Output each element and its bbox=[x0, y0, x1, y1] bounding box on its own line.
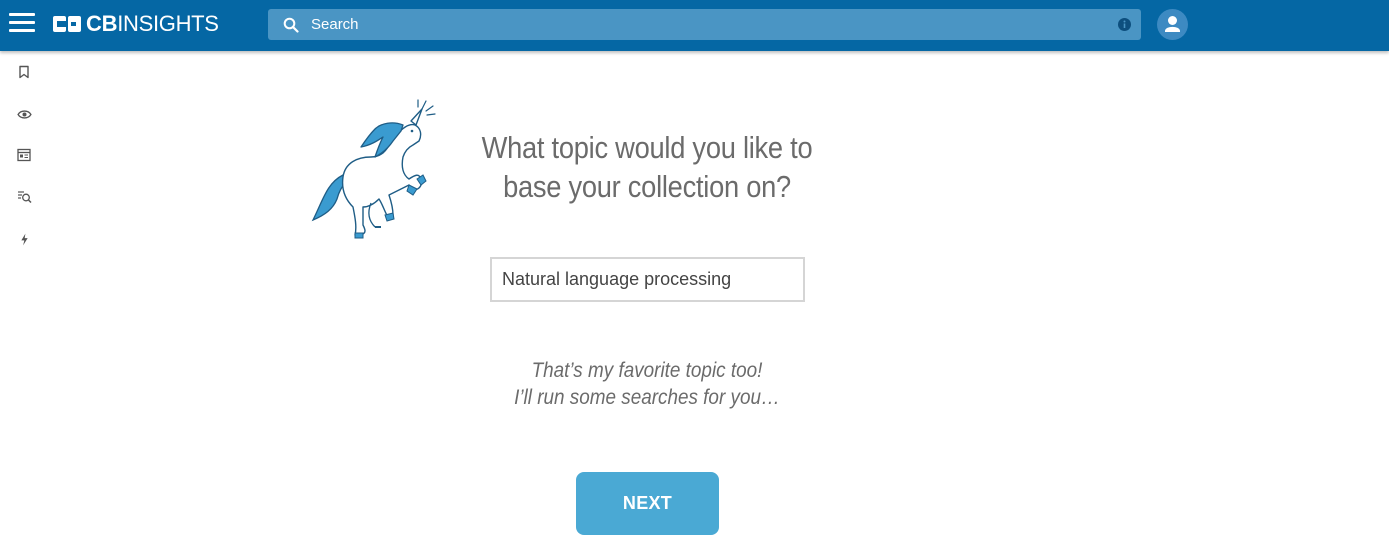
logo-text-light: INSIGHTS bbox=[117, 11, 219, 36]
reply-line-2: I’ll run some searches for you… bbox=[514, 386, 780, 409]
search-icon bbox=[283, 17, 299, 33]
lightning-icon[interactable] bbox=[13, 228, 35, 250]
info-icon[interactable] bbox=[1118, 18, 1131, 31]
question-line-2: base your collection on? bbox=[503, 169, 791, 204]
cb-insights-logo[interactable]: CB INSIGHTS bbox=[53, 11, 219, 36]
bookmark-icon[interactable] bbox=[13, 61, 35, 83]
left-sidebar bbox=[0, 51, 48, 544]
eye-icon[interactable] bbox=[13, 103, 35, 125]
news-feed-icon[interactable] bbox=[13, 144, 35, 166]
logo-text-bold: CB bbox=[86, 11, 118, 36]
global-search-bar[interactable]: Search bbox=[268, 9, 1141, 40]
search-list-icon[interactable] bbox=[13, 186, 35, 208]
topic-input[interactable] bbox=[490, 257, 805, 302]
user-avatar-icon[interactable] bbox=[1157, 9, 1188, 40]
cb-logo-mark-icon bbox=[53, 16, 81, 32]
hamburger-menu-icon[interactable] bbox=[9, 13, 35, 33]
topic-question-heading: What topic would you like to base your c… bbox=[471, 128, 823, 206]
reply-line-1: That’s my favorite topic too! bbox=[531, 359, 763, 382]
unicorn-illustration bbox=[311, 99, 436, 239]
unicorn-reply-text: That’s my favorite topic too! I’ll run s… bbox=[467, 357, 827, 411]
user-silhouette-icon bbox=[1165, 16, 1180, 32]
top-navigation-bar: CB INSIGHTS Search bbox=[0, 0, 1389, 51]
search-placeholder: Search bbox=[311, 16, 359, 33]
next-button[interactable]: NEXT bbox=[576, 472, 719, 535]
question-line-1: What topic would you like to bbox=[481, 130, 813, 165]
